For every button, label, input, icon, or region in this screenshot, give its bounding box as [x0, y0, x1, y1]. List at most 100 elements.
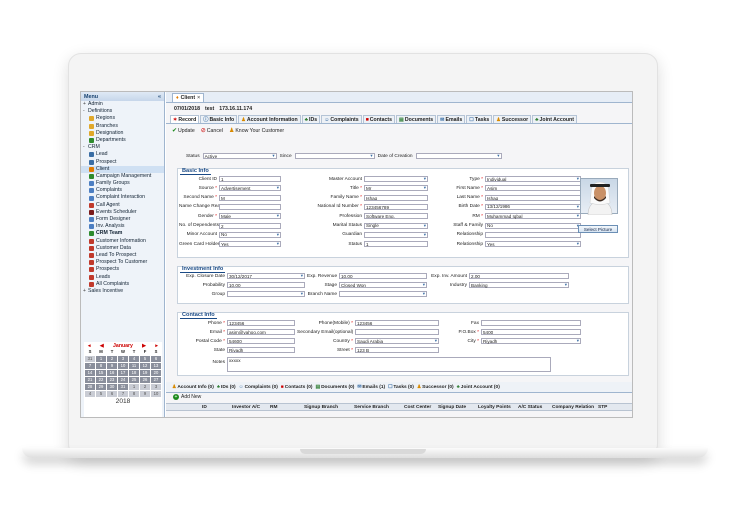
sidebar-item-complaint-interaction[interactable]: Complaint Interaction: [81, 194, 164, 201]
sidebar-item-branches[interactable]: Branches: [81, 123, 164, 130]
column-header[interactable]: Cost Center: [404, 405, 438, 410]
calendar-day[interactable]: 6: [151, 356, 161, 362]
related-tab-1[interactable]: ♣ IDs (0): [217, 385, 236, 390]
close-icon[interactable]: ×: [197, 95, 200, 101]
tab-documents[interactable]: ▤ Documents: [396, 115, 437, 123]
calendar-day[interactable]: 24: [118, 377, 128, 383]
calendar-day[interactable]: 22: [96, 377, 106, 383]
calendar-day[interactable]: 8: [96, 363, 106, 369]
related-tab-0[interactable]: ♟ Account Info (0): [172, 385, 214, 390]
since-select[interactable]: [294, 153, 375, 159]
field-input[interactable]: Software Eng.: [364, 213, 428, 220]
calendar-day[interactable]: 25: [129, 377, 139, 383]
calendar-day[interactable]: 3: [118, 356, 128, 362]
know-customer-button[interactable]: ♟ Know Your Customer: [229, 127, 284, 135]
toggle-icon[interactable]: +: [83, 288, 87, 295]
cancel-button[interactable]: ⊘ Cancel: [201, 127, 223, 135]
column-header[interactable]: Company Relation: [552, 405, 598, 410]
field-select[interactable]: Mr: [364, 185, 428, 192]
calendar-day[interactable]: 11: [129, 363, 139, 369]
calendar-day[interactable]: 2: [107, 356, 117, 362]
field-select[interactable]: No: [219, 231, 281, 238]
update-button[interactable]: ✔ Update: [172, 127, 195, 135]
column-header[interactable]: A/C Status: [518, 405, 552, 410]
tab-contacts[interactable]: ■ Contacts: [362, 115, 395, 123]
related-tab-8[interactable]: ♣ Joint Account (0): [457, 385, 500, 390]
column-header[interactable]: Investor A/C: [232, 405, 270, 410]
tab-basic-info[interactable]: ⓘ Basic Info: [200, 115, 238, 123]
field-input[interactable]: [219, 203, 281, 210]
field-select[interactable]: 13/12/1986: [485, 203, 581, 210]
revenue-input[interactable]: 10.00: [339, 273, 427, 279]
stage-select[interactable]: Closed Won: [339, 282, 427, 288]
calendar-day[interactable]: 18: [129, 370, 139, 376]
email-input[interactable]: asim@yahoo.com: [227, 329, 295, 335]
pobox-input[interactable]: 5400: [481, 329, 581, 335]
status-select[interactable]: Active: [202, 153, 277, 159]
sidebar-item-designation[interactable]: Designation: [81, 130, 164, 137]
industry-select[interactable]: Banking: [469, 282, 569, 288]
fax-input[interactable]: [481, 320, 581, 326]
sidebar-item-campaign-management[interactable]: Campaign Management: [81, 173, 164, 180]
toggle-icon[interactable]: -: [83, 144, 87, 151]
sidebar-item-customer-information[interactable]: Customer Information: [81, 238, 164, 245]
field-input[interactable]: Ishaq: [485, 194, 581, 201]
calendar-day[interactable]: 2: [140, 384, 150, 390]
field-input[interactable]: Asim: [485, 185, 581, 192]
phone-input[interactable]: 123456: [227, 320, 295, 326]
sidebar-item-complaints[interactable]: Complaints: [81, 187, 164, 194]
sidebar-item-client[interactable]: Client: [81, 165, 164, 173]
column-header[interactable]: ID: [202, 405, 232, 410]
calendar-day[interactable]: 4: [85, 391, 95, 397]
calendar-day[interactable]: 23: [107, 377, 117, 383]
column-header[interactable]: Service Branch: [354, 405, 404, 410]
field-select[interactable]: Single: [364, 222, 428, 229]
next-month-icon[interactable]: ▶: [142, 343, 146, 349]
country-select[interactable]: Saudi Arabia: [355, 338, 439, 344]
date-creation-select[interactable]: [415, 153, 502, 159]
field-select[interactable]: No: [485, 222, 581, 229]
field-input[interactable]: [485, 231, 581, 238]
calendar-day[interactable]: 30: [107, 384, 117, 390]
field-select[interactable]: Male: [219, 213, 281, 220]
next-year-icon[interactable]: ▸: [155, 343, 158, 349]
sidebar-item-events-scheduler[interactable]: Events Scheduler: [81, 209, 164, 216]
column-header[interactable]: Signup Date: [438, 405, 478, 410]
calendar-day[interactable]: 17: [118, 370, 128, 376]
calendar-day[interactable]: 31: [85, 356, 95, 362]
sidebar-item-lead-to-prospect[interactable]: Lead To Prospect: [81, 252, 164, 259]
tab-account-information[interactable]: ♟ Account Information: [238, 115, 301, 123]
prev-year-icon[interactable]: ◂: [88, 343, 91, 349]
calendar-day[interactable]: 1: [96, 356, 106, 362]
calendar-day[interactable]: 31: [118, 384, 128, 390]
sidebar-item-form-designer[interactable]: Form Designer: [81, 216, 164, 223]
calendar-day[interactable]: 5: [96, 391, 106, 397]
field-input[interactable]: 1: [364, 241, 428, 248]
field-select[interactable]: [364, 231, 428, 238]
related-tab-6[interactable]: ☐ Tasks (0): [388, 385, 414, 390]
calendar-day[interactable]: 4: [129, 356, 139, 362]
related-tab-3[interactable]: ■ Contacts (0): [281, 385, 313, 390]
collapse-icon[interactable]: «: [158, 94, 161, 100]
closure-date-field[interactable]: 30/12/2017: [227, 273, 305, 279]
sidebar-item-admin[interactable]: + Admin: [81, 101, 164, 108]
calendar-day[interactable]: 3: [151, 384, 161, 390]
group-select[interactable]: [227, 291, 305, 297]
field-select[interactable]: Yes: [219, 241, 281, 248]
sidebar-item-regions[interactable]: Regions: [81, 115, 164, 122]
toggle-icon[interactable]: -: [83, 108, 87, 115]
tab-tasks[interactable]: ☐ Tasks: [466, 115, 493, 123]
notes-textarea[interactable]: xxxxx: [227, 357, 551, 372]
calendar-day[interactable]: 6: [107, 391, 117, 397]
field-select[interactable]: Muhammad Iqbal: [485, 213, 581, 220]
sidebar-item-definitions[interactable]: - Definitions: [81, 108, 164, 115]
sidebar-item-crm-team[interactable]: CRM Team: [81, 230, 164, 237]
column-header[interactable]: Signup Branch: [304, 405, 354, 410]
column-header[interactable]: STP: [598, 405, 618, 410]
sidebar-item-crm[interactable]: - CRM: [81, 144, 164, 151]
field-input[interactable]: 2: [219, 222, 281, 229]
calendar-day[interactable]: 21: [85, 377, 95, 383]
amount-input[interactable]: 2.00: [469, 273, 569, 279]
secondary-email-input[interactable]: [355, 329, 439, 335]
postal-input[interactable]: 54600: [227, 338, 295, 344]
